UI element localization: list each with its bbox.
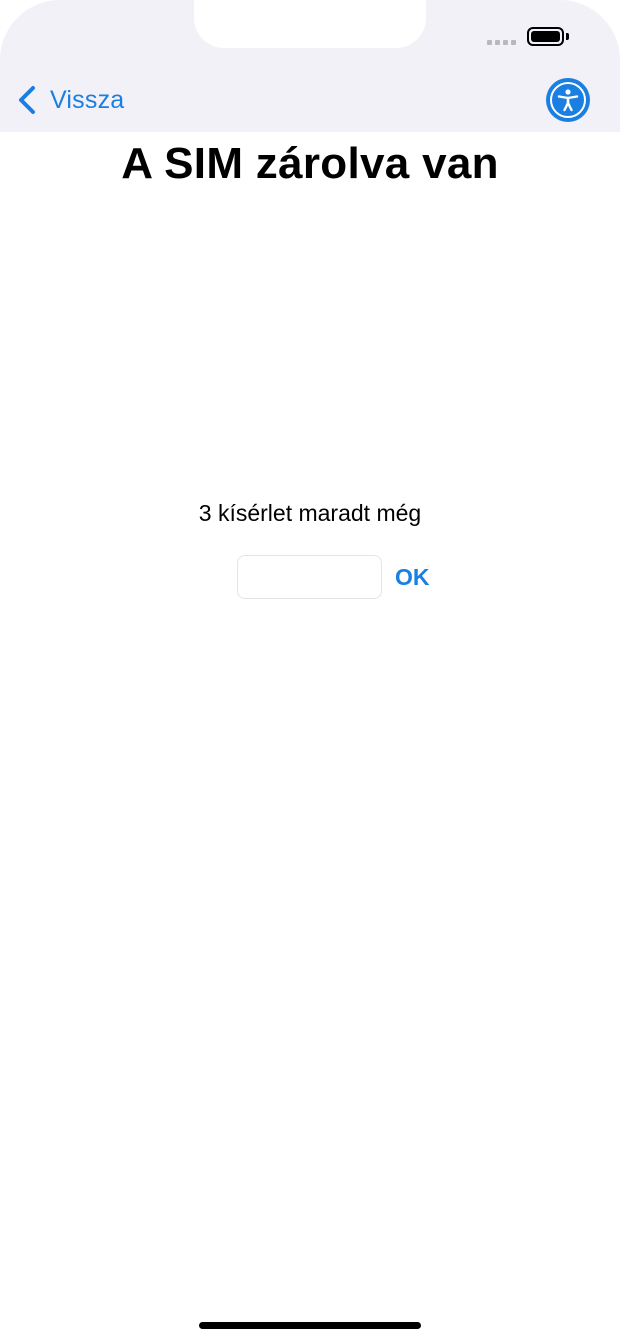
pin-input[interactable] [237, 555, 382, 599]
signal-dots-icon [487, 40, 516, 45]
battery-full-icon [527, 27, 564, 46]
chevron-left-icon [19, 86, 35, 114]
attempts-remaining-text: 3 kísérlet maradt még [198, 500, 422, 526]
back-button[interactable]: Vissza [16, 82, 124, 118]
battery-cap [566, 33, 569, 40]
back-label: Vissza [50, 85, 125, 114]
notch [194, 0, 426, 48]
accessibility-button[interactable] [546, 78, 590, 122]
home-indicator[interactable] [199, 1322, 421, 1329]
accessibility-icon [550, 82, 586, 118]
screen: Vissza A SIM zárolva van 3 kísérlet mara… [0, 0, 620, 1342]
page-title: A SIM zárolva van [121, 139, 499, 188]
ok-button[interactable]: OK [395, 562, 430, 592]
